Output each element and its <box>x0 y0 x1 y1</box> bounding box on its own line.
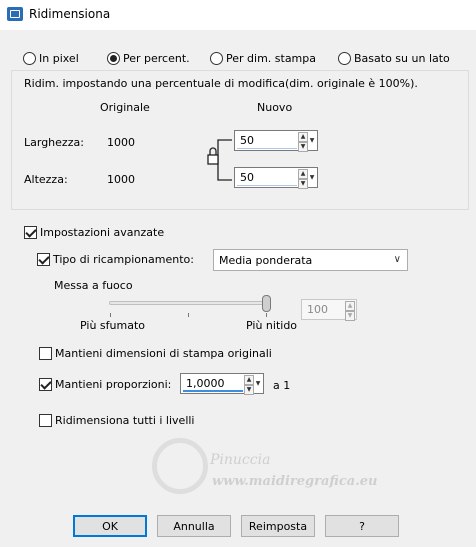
resize-all-layers-label: Ridimensiona tutti i livelli <box>55 413 195 427</box>
window-title: Ridimensiona <box>29 7 111 21</box>
ratio-spinbox[interactable]: 1,0000 ▲ ▼ ▼ <box>180 373 264 395</box>
resample-type-select[interactable]: Media ponderata ∨ <box>213 249 408 271</box>
new-header: Nuovo <box>257 101 293 114</box>
slider-tick <box>110 313 111 317</box>
spin-arrows[interactable]: ▲ ▼ <box>244 375 254 395</box>
focus-max-label: Più nitido <box>246 319 298 332</box>
focus-slider-thumb[interactable] <box>262 295 271 312</box>
size-group-description: Ridim. impostando una percentuale di mod… <box>24 77 418 90</box>
ratio-suffix: a 1 <box>273 379 291 392</box>
focus-underline <box>183 390 243 392</box>
keep-ratio-checkbox[interactable]: Mantieni proporzioni: <box>39 376 171 392</box>
checkbox-box[interactable] <box>39 377 52 391</box>
radio-in-pixel[interactable]: In pixel <box>23 50 79 66</box>
help-button[interactable]: ? <box>325 515 399 537</box>
checkbox-box[interactable] <box>24 225 37 239</box>
radio-label: In pixel <box>39 51 79 65</box>
watermark-logo-icon <box>152 438 208 494</box>
watermark: Pinuccia www.maidiregrafica.eu <box>152 436 382 500</box>
original-header: Originale <box>100 101 150 114</box>
radio-label: Per dim. stampa <box>226 51 316 65</box>
radio-label: Basato su un lato <box>354 51 450 65</box>
focus-value[interactable]: 100 <box>307 303 328 316</box>
dropdown-arrow-icon[interactable]: ▼ <box>308 132 316 149</box>
spin-up-icon[interactable]: ▲ <box>298 169 308 179</box>
keep-print-size-checkbox[interactable]: Mantieni dimensioni di stampa originali <box>39 345 272 361</box>
focus-value-spinbox[interactable]: 100 ▲ ▼ <box>301 299 357 321</box>
checkbox-box[interactable] <box>39 413 52 427</box>
width-label: Larghezza: <box>24 136 84 149</box>
focus-min-label: Più sfumato <box>80 319 145 332</box>
width-new-value[interactable]: 50 <box>240 134 254 147</box>
advanced-settings-label: Impostazioni avanzate <box>40 225 165 239</box>
dropdown-arrow-icon[interactable]: ▼ <box>254 375 262 392</box>
advanced-settings-checkbox[interactable]: Impostazioni avanzate <box>24 224 164 240</box>
focus-slider-track[interactable] <box>109 301 269 305</box>
radio-circle[interactable] <box>338 51 351 65</box>
spin-down-icon[interactable]: ▼ <box>244 385 254 395</box>
keep-print-size-label: Mantieni dimensioni di stampa originali <box>55 346 272 360</box>
focus-underline <box>237 148 297 149</box>
spin-arrows[interactable]: ▲ ▼ <box>298 169 308 189</box>
slider-tick <box>266 313 267 317</box>
checkbox-box[interactable] <box>37 252 50 266</box>
focus-label: Messa a fuoco <box>54 279 133 292</box>
aspect-lock-icon[interactable] <box>204 130 234 190</box>
ok-button[interactable]: OK <box>73 515 147 537</box>
resample-label: Tipo di ricampionamento: <box>53 252 194 266</box>
ratio-value[interactable]: 1,0000 <box>186 377 225 390</box>
width-spinbox[interactable]: 50 ▲ ▼ ▼ <box>234 130 318 152</box>
slider-tick <box>188 313 189 317</box>
cancel-button[interactable]: Annulla <box>157 515 231 537</box>
resample-type-value: Media ponderata <box>219 254 313 267</box>
spin-down-icon[interactable]: ▼ <box>345 311 355 321</box>
radio-circle[interactable] <box>107 51 120 65</box>
height-spinbox[interactable]: 50 ▲ ▼ ▼ <box>234 167 318 189</box>
width-original-value: 1000 <box>107 136 135 149</box>
radio-basato-su-un-lato[interactable]: Basato su un lato <box>338 50 450 66</box>
spin-up-icon[interactable]: ▲ <box>298 132 308 142</box>
reset-button[interactable]: Reimposta <box>241 515 315 537</box>
spin-up-icon[interactable]: ▲ <box>345 301 355 311</box>
keep-ratio-label: Mantieni proporzioni: <box>55 377 172 391</box>
radio-per-dim-stampa[interactable]: Per dim. stampa <box>210 50 316 66</box>
resample-checkbox[interactable]: Tipo di ricampionamento: <box>37 251 194 267</box>
height-original-value: 1000 <box>107 173 135 186</box>
radio-label: Per percent. <box>123 51 190 65</box>
resize-all-layers-checkbox[interactable]: Ridimensiona tutti i livelli <box>39 412 195 428</box>
height-label: Altezza: <box>24 173 68 186</box>
spin-arrows[interactable]: ▲ ▼ <box>345 301 355 321</box>
spin-arrows[interactable]: ▲ ▼ <box>298 132 308 152</box>
dropdown-arrow-icon[interactable]: ▼ <box>308 169 316 186</box>
focus-underline <box>237 185 297 186</box>
height-new-value[interactable]: 50 <box>240 171 254 184</box>
app-icon <box>7 7 23 21</box>
radio-circle[interactable] <box>23 51 36 65</box>
checkbox-box[interactable] <box>39 346 52 360</box>
watermark-url: www.maidiregrafica.eu <box>212 474 378 489</box>
watermark-name: Pinuccia <box>210 452 271 468</box>
spin-up-icon[interactable]: ▲ <box>244 375 254 385</box>
chevron-down-icon[interactable]: ∨ <box>394 254 401 265</box>
title-bar: Ridimensiona <box>0 0 476 30</box>
spin-down-icon[interactable]: ▼ <box>298 142 308 152</box>
radio-per-percent[interactable]: Per percent. <box>107 50 190 66</box>
radio-circle[interactable] <box>210 51 223 65</box>
spin-down-icon[interactable]: ▼ <box>298 179 308 189</box>
